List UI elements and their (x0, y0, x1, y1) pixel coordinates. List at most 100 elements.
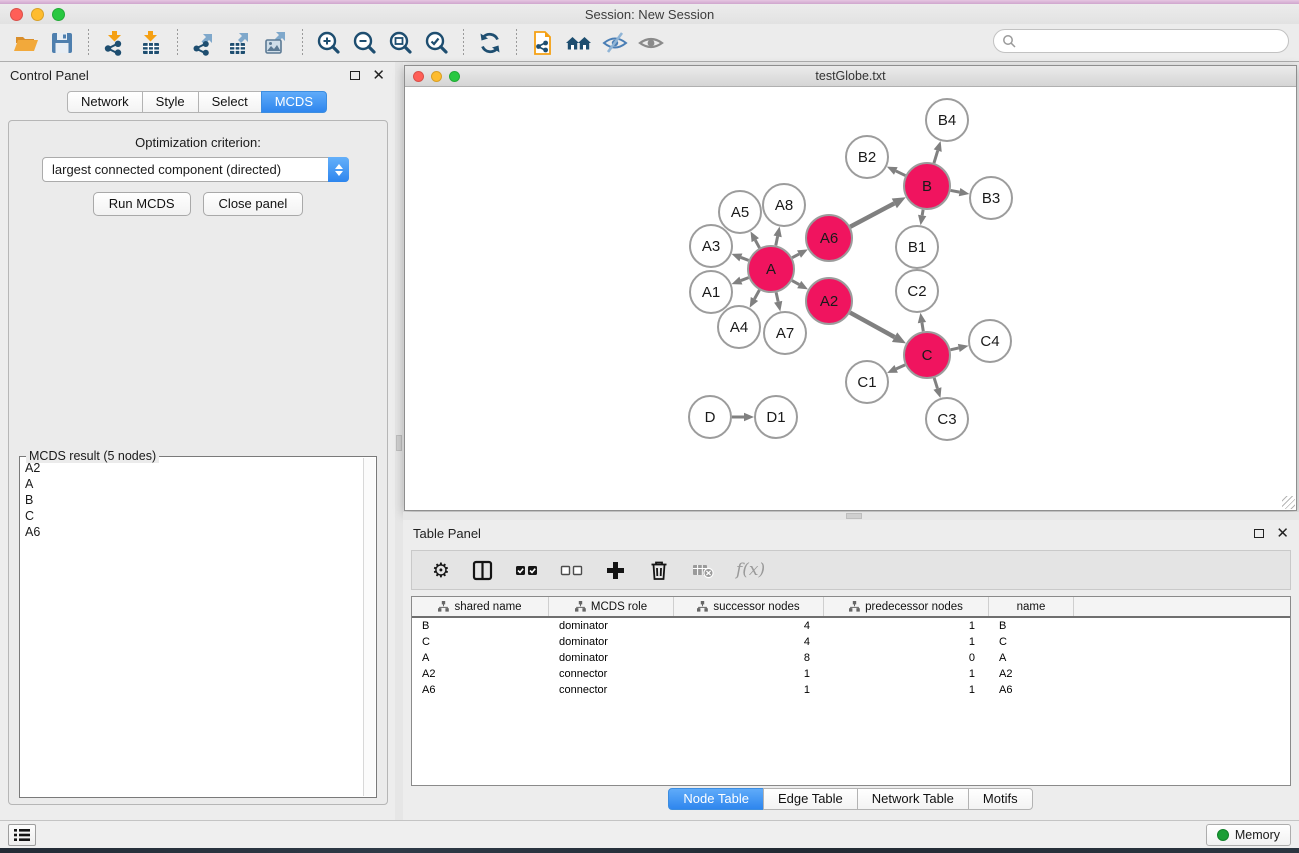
search-field[interactable] (993, 29, 1289, 53)
create-column-button[interactable] (605, 560, 626, 581)
node-label: C2 (907, 283, 926, 300)
divider-grip[interactable] (396, 435, 402, 451)
table-cell[interactable]: connector (549, 668, 674, 680)
function-builder-button[interactable]: f(x) (736, 560, 765, 580)
table-cell[interactable]: 8 (674, 652, 824, 664)
table-cell[interactable]: dominator (549, 652, 674, 664)
column-view-button[interactable] (472, 560, 493, 581)
hide-graphics-details-button[interactable] (597, 27, 633, 59)
control-panel-tabs: Network Style Select MCDS (0, 91, 395, 113)
column-header-label: shared name (454, 601, 521, 613)
close-panel-icon[interactable]: ✕ (1276, 526, 1289, 541)
unselect-all-button[interactable] (560, 561, 583, 580)
tab-select[interactable]: Select (198, 91, 262, 113)
memory-button[interactable]: Memory (1206, 824, 1291, 846)
column-header-predecessor-nodes[interactable]: predecessor nodes (824, 597, 989, 616)
table-cell[interactable]: 1 (824, 620, 989, 632)
delete-column-button[interactable] (648, 559, 670, 581)
refresh-network-button[interactable] (472, 27, 508, 59)
table-cell[interactable]: 1 (674, 668, 824, 680)
horizontal-split-divider[interactable] (403, 512, 1299, 520)
table-cell[interactable]: B (412, 620, 549, 632)
table-row[interactable]: Cdominator41C (412, 634, 1290, 650)
network-canvas[interactable]: AA1A2A3A4A5A6A7A8BB1B2B3B4CC1C2C3C4DD1 (405, 87, 1296, 510)
column-header-MCDS-role[interactable]: MCDS role (549, 597, 674, 616)
tab-network[interactable]: Network (67, 91, 143, 113)
import-table-button[interactable] (133, 27, 169, 59)
export-image-button[interactable] (258, 27, 294, 59)
dropdown-stepper-icon (328, 157, 349, 182)
table-cell[interactable]: A2 (989, 668, 1074, 680)
tab-network-table[interactable]: Network Table (857, 788, 969, 810)
select-all-button[interactable] (515, 561, 538, 580)
home-button[interactable] (561, 27, 597, 59)
zoom-out-button[interactable] (347, 27, 383, 59)
tab-edge-table[interactable]: Edge Table (763, 788, 858, 810)
table-row[interactable]: A6connector11A6 (412, 682, 1290, 698)
table-cell[interactable]: 1 (824, 684, 989, 696)
mcds-result-item[interactable]: C (23, 508, 362, 524)
close-panel-icon[interactable]: ✕ (372, 68, 385, 83)
table-cell[interactable]: A6 (989, 684, 1074, 696)
open-session-button[interactable] (8, 27, 44, 59)
table-cell[interactable]: A2 (412, 668, 549, 680)
search-icon (1002, 34, 1016, 48)
run-mcds-button[interactable]: Run MCDS (93, 192, 191, 216)
tab-motifs[interactable]: Motifs (968, 788, 1033, 810)
table-cell[interactable]: C (989, 636, 1074, 648)
float-panel-icon[interactable] (350, 71, 360, 80)
column-header-shared-name[interactable]: shared name (412, 597, 549, 616)
criterion-dropdown[interactable]: largest connected component (directed) (42, 157, 349, 182)
zoom-fit-button[interactable] (383, 27, 419, 59)
table-cell[interactable]: dominator (549, 620, 674, 632)
table-cell[interactable]: 4 (674, 636, 824, 648)
divider-grip[interactable] (846, 513, 862, 519)
resize-grip-icon[interactable] (1282, 496, 1295, 509)
table-cell[interactable]: A (989, 652, 1074, 664)
table-cell[interactable]: 4 (674, 620, 824, 632)
table-cell[interactable]: 1 (824, 636, 989, 648)
show-graphics-details-button[interactable] (633, 27, 669, 59)
tab-node-table[interactable]: Node Table (668, 788, 764, 810)
network-window-title: testGlobe.txt (405, 69, 1296, 83)
zoom-in-button[interactable] (311, 27, 347, 59)
table-cell[interactable]: 1 (674, 684, 824, 696)
zoom-fit-icon (388, 30, 414, 56)
table-settings-button[interactable]: ⚙ (432, 560, 450, 580)
close-panel-button[interactable]: Close panel (203, 192, 304, 216)
table-cell[interactable]: 0 (824, 652, 989, 664)
mcds-result-item[interactable]: A (23, 476, 362, 492)
delete-table-button[interactable] (692, 561, 714, 579)
network-file-button[interactable] (525, 27, 561, 59)
task-history-button[interactable] (8, 824, 36, 846)
mcds-result-item[interactable]: A2 (23, 460, 362, 476)
import-network-button[interactable] (97, 27, 133, 59)
table-row[interactable]: A2connector11A2 (412, 666, 1290, 682)
mcds-result-item[interactable]: A6 (23, 524, 362, 540)
tab-style[interactable]: Style (142, 91, 199, 113)
export-network-button[interactable] (186, 27, 222, 59)
column-header-name[interactable]: name (989, 597, 1074, 616)
control-panel-title: Control Panel (10, 68, 89, 83)
table-cell[interactable]: B (989, 620, 1074, 632)
export-table-button[interactable] (222, 27, 258, 59)
float-panel-icon[interactable] (1254, 529, 1264, 538)
table-cell[interactable]: A6 (412, 684, 549, 696)
table-cell[interactable]: C (412, 636, 549, 648)
search-input[interactable] (1016, 31, 1288, 51)
column-header-successor-nodes[interactable]: successor nodes (674, 597, 824, 616)
table-cell[interactable]: connector (549, 684, 674, 696)
tab-mcds[interactable]: MCDS (261, 91, 327, 113)
save-session-button[interactable] (44, 27, 80, 59)
table-cell[interactable]: 1 (824, 668, 989, 680)
scrollbar-track[interactable] (363, 458, 375, 796)
table-cell[interactable]: dominator (549, 636, 674, 648)
mcds-result-item[interactable]: B (23, 492, 362, 508)
delete-table-icon (692, 561, 714, 579)
table-row[interactable]: Adominator80A (412, 650, 1290, 666)
table-cell[interactable]: A (412, 652, 549, 664)
network-window-titlebar[interactable]: testGlobe.txt (405, 66, 1296, 87)
zoom-selected-button[interactable] (419, 27, 455, 59)
table-row[interactable]: Bdominator41B (412, 618, 1290, 634)
vertical-split-divider[interactable] (395, 62, 403, 820)
